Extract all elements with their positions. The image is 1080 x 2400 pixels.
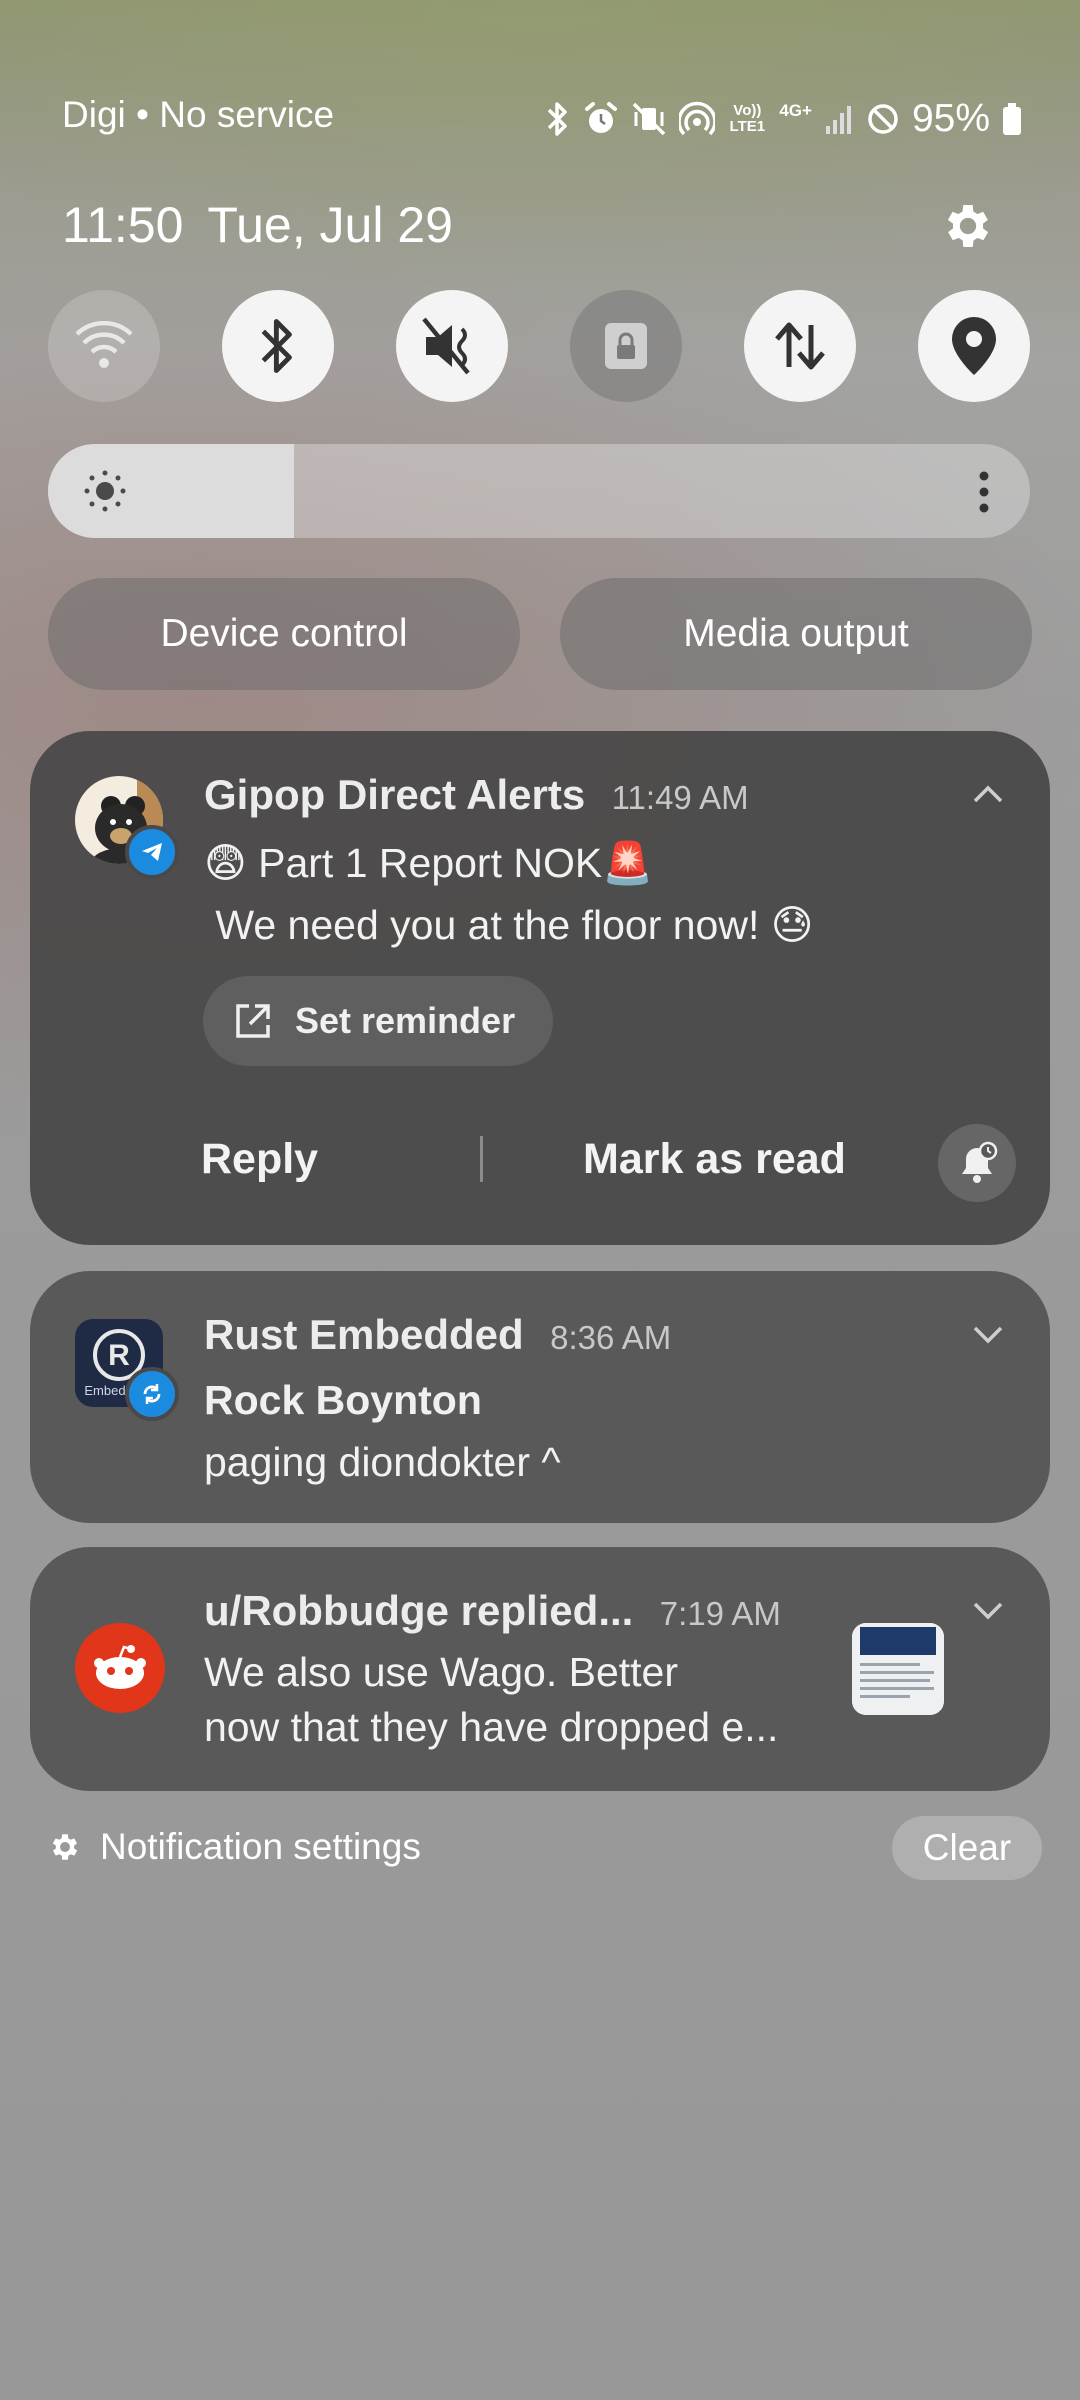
volte-icon: Vo)) LTE1 xyxy=(729,102,766,135)
rotation-lock-toggle[interactable] xyxy=(570,290,682,402)
chevron-down-icon[interactable] xyxy=(971,1599,1005,1621)
app-name: Rust Embedded xyxy=(204,1311,524,1358)
media-output-button[interactable]: Media output xyxy=(560,578,1032,690)
device-control-button[interactable]: Device control xyxy=(48,578,520,690)
message-line-1: We also use Wago. Better xyxy=(204,1649,679,1695)
clock: 11:50 xyxy=(62,197,184,253)
svg-text:Embed: Embed xyxy=(84,1383,125,1398)
date: Tue, Jul 29 xyxy=(207,197,453,253)
data-arrows-icon xyxy=(775,322,825,370)
location-pin-icon xyxy=(952,317,996,375)
wifi-toggle[interactable] xyxy=(48,290,160,402)
status-icons: Vo)) LTE1 4G+ 95% xyxy=(545,94,1022,144)
chevron-up-icon[interactable] xyxy=(971,783,1005,805)
notification-header: Gipop Direct Alerts 11:49 AM xyxy=(204,771,749,819)
reddit-icon xyxy=(75,1623,165,1713)
app-name: u/Robbudge replied... xyxy=(204,1587,634,1634)
hotspot-icon xyxy=(679,101,716,136)
app-name: Gipop Direct Alerts xyxy=(204,771,586,818)
notification-card-rust[interactable]: R Embed Rust Embedded 8:36 AM Rock Boynt… xyxy=(30,1271,1050,1523)
settings-gear-icon xyxy=(52,1834,78,1860)
open-external-icon xyxy=(236,1004,270,1038)
lock-icon xyxy=(605,323,647,369)
message-line-2: now that they have dropped e... xyxy=(204,1704,779,1750)
action-divider xyxy=(480,1136,483,1182)
chevron-down-icon[interactable] xyxy=(971,1323,1005,1345)
set-reminder-button[interactable]: Set reminder xyxy=(203,976,553,1066)
no-service-icon xyxy=(868,104,898,134)
snooze-button[interactable] xyxy=(938,1124,1016,1202)
notification-settings-link[interactable]: Notification settings xyxy=(48,1826,421,1868)
svg-text:R: R xyxy=(108,1339,130,1372)
bluetooth-toggle[interactable] xyxy=(222,290,334,402)
post-thumbnail xyxy=(852,1623,944,1715)
notification-card-reddit[interactable]: u/Robbudge replied... 7:19 AM We also us… xyxy=(30,1547,1050,1791)
bluetooth-icon xyxy=(548,102,568,136)
more-options-icon[interactable] xyxy=(978,470,990,514)
bluetooth-icon xyxy=(261,319,292,373)
mute-toggle[interactable] xyxy=(396,290,508,402)
set-reminder-label: Set reminder xyxy=(295,1000,516,1041)
sender-name: Rock Boynton xyxy=(204,1377,482,1423)
sync-icon xyxy=(125,1367,179,1421)
wifi-icon xyxy=(75,321,133,368)
notification-card-gipop[interactable]: Gipop Direct Alerts 11:49 AM 😨 Part 1 Re… xyxy=(30,731,1050,1245)
brightness-slider[interactable] xyxy=(48,444,1030,538)
signal-icon xyxy=(825,106,851,134)
notification-settings-label: Notification settings xyxy=(100,1826,421,1867)
vibrate-mute-icon xyxy=(633,102,666,136)
settings-gear-icon[interactable] xyxy=(940,198,996,254)
mute-icon xyxy=(422,317,470,375)
message-text: paging diondokter ^ xyxy=(204,1439,561,1485)
notification-time: 7:19 AM xyxy=(659,1595,781,1632)
notification-header: u/Robbudge replied... 7:19 AM xyxy=(204,1587,781,1635)
alarm-icon xyxy=(585,102,618,133)
mobile-data-toggle[interactable] xyxy=(744,290,856,402)
4g-plus-icon: 4G+ xyxy=(779,101,812,120)
clear-button[interactable]: Clear xyxy=(892,1816,1042,1880)
clock-date: 11:50 Tue, Jul 29 xyxy=(62,196,477,254)
reply-button[interactable]: Reply xyxy=(201,1135,318,1184)
brightness-sun-icon xyxy=(84,470,126,512)
mark-as-read-button[interactable]: Mark as read xyxy=(583,1135,846,1184)
location-toggle[interactable] xyxy=(918,290,1030,402)
telegram-icon xyxy=(125,825,179,879)
notification-header: Rust Embedded 8:36 AM xyxy=(204,1311,671,1359)
message-line-2: We need you at the floor now! 😓 xyxy=(204,902,814,948)
battery-percentage: 95% xyxy=(911,97,990,140)
battery-icon xyxy=(1003,103,1021,135)
message-line-1: 😨 Part 1 Report NOK🚨 xyxy=(204,840,654,886)
carrier-status: Digi • No service xyxy=(62,94,335,135)
bell-clock-icon xyxy=(962,1141,998,1183)
notification-time: 8:36 AM xyxy=(550,1319,672,1356)
notification-time: 11:49 AM xyxy=(611,779,749,816)
